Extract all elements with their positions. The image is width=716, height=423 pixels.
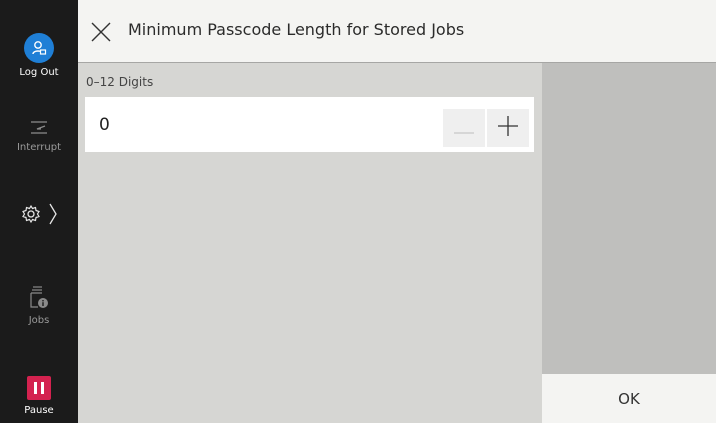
sidebar: Log Out Interrupt Jobs Pause <box>0 0 78 423</box>
page-title: Minimum Passcode Length for Stored Jobs <box>128 20 465 39</box>
settings-content: 0–12 Digits 0 <box>78 63 542 423</box>
logout-button[interactable]: Log Out <box>0 33 78 79</box>
main-panel: Minimum Passcode Length for Stored Jobs … <box>78 0 716 423</box>
passcode-length-value: 0 <box>99 115 110 135</box>
jobs-label: Jobs <box>28 315 50 326</box>
increment-button[interactable] <box>487 109 529 147</box>
logout-label: Log Out <box>19 67 59 78</box>
interrupt-button[interactable]: Interrupt <box>0 118 78 154</box>
jobs-icon <box>0 285 78 315</box>
decrement-button[interactable] <box>443 109 485 147</box>
passcode-length-field[interactable]: 0 <box>85 97 534 152</box>
jobs-button[interactable]: Jobs <box>0 285 78 327</box>
pause-icon <box>27 376 51 400</box>
device-settings-button[interactable] <box>0 203 78 229</box>
plus-icon <box>498 116 518 140</box>
user-icon <box>24 33 54 63</box>
pause-button[interactable]: Pause <box>0 376 78 417</box>
header: Minimum Passcode Length for Stored Jobs <box>78 0 716 63</box>
side-panel <box>542 63 716 374</box>
interrupt-label: Interrupt <box>16 142 61 153</box>
close-icon[interactable] <box>90 21 112 43</box>
range-label: 0–12 Digits <box>86 75 154 89</box>
gear-icon <box>21 204 41 228</box>
interrupt-icon <box>0 118 78 142</box>
minus-icon <box>454 119 474 138</box>
ok-button[interactable]: OK <box>542 374 716 423</box>
chevron-right-icon <box>49 203 57 229</box>
pause-label: Pause <box>24 405 54 416</box>
